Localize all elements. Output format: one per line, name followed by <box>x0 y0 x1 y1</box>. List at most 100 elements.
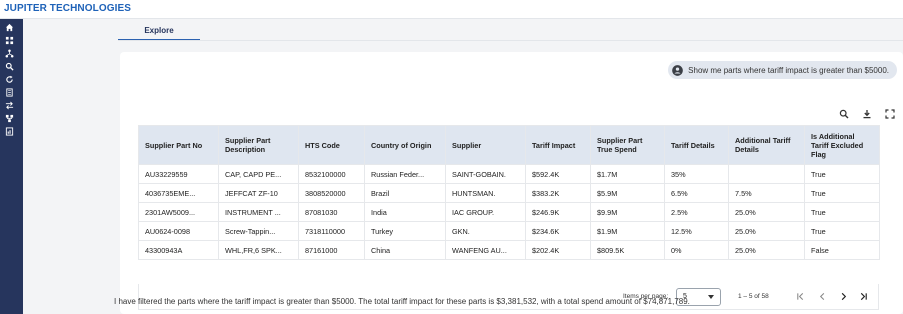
table-cell: 6.5% <box>664 183 729 203</box>
table-header-row: Supplier Part No Supplier Part Descripti… <box>138 125 880 165</box>
column-header[interactable]: Is Additional Tariff Excluded Flag <box>804 125 880 165</box>
next-page-button[interactable] <box>838 291 849 302</box>
table-cell: 25.0% <box>728 240 805 260</box>
table-cell: WANFENG AU... <box>445 240 526 260</box>
fullscreen-icon[interactable] <box>884 108 895 119</box>
page-range-label: 1 – 5 of 58 <box>738 293 769 300</box>
transfer-icon[interactable] <box>5 101 14 110</box>
tab-divider <box>118 40 903 41</box>
table-cell: 8532100000 <box>298 164 365 184</box>
table-cell: 25.0% <box>728 221 805 241</box>
table-cell: True <box>804 164 880 184</box>
column-header[interactable]: Supplier Part No <box>138 125 219 165</box>
download-icon[interactable] <box>861 108 872 119</box>
table-cell: $1.7M <box>590 164 665 184</box>
tab-bar: Explore <box>118 25 200 41</box>
table-cell: $5.9M <box>590 183 665 203</box>
hierarchy-icon[interactable] <box>5 114 14 123</box>
column-header[interactable]: Supplier <box>445 125 526 165</box>
table-toolbar <box>838 108 895 119</box>
table-cell: $234.6K <box>525 221 591 241</box>
grid-icon[interactable] <box>5 36 14 45</box>
query-text: Show me parts where tariff impact is gre… <box>688 65 889 75</box>
first-page-icon <box>797 292 804 301</box>
table-cell: SAINT-GOBAIN. <box>445 164 526 184</box>
table-cell: HUNTSMAN. <box>445 183 526 203</box>
column-header[interactable]: Tariff Impact <box>525 125 591 165</box>
building-icon[interactable] <box>5 88 14 97</box>
table-cell: 2.5% <box>664 202 729 222</box>
table-cell: AU0624-0098 <box>138 221 219 241</box>
table-cell: 3808520000 <box>298 183 365 203</box>
table-cell: $383.2K <box>525 183 591 203</box>
search-icon[interactable] <box>838 108 849 119</box>
table-cell: True <box>804 183 880 203</box>
table-cell: $202.4K <box>525 240 591 260</box>
refresh-icon[interactable] <box>5 75 14 84</box>
table-cell: Screw-Tappin... <box>218 221 299 241</box>
table-cell: 87081030 <box>298 202 365 222</box>
top-bar: JUPITER TECHNOLOGIES <box>0 0 903 19</box>
report-icon[interactable] <box>5 127 14 136</box>
table-row[interactable]: AU0624-0098 Screw-Tappin... 7318110000 T… <box>138 221 880 241</box>
first-page-button[interactable] <box>795 291 806 302</box>
last-page-icon <box>860 292 867 301</box>
table-cell: 43300943A <box>138 240 219 260</box>
table-cell: WHL,FR,6 SPK... <box>218 240 299 260</box>
table-cell: JEFFCAT ZF-10 <box>218 183 299 203</box>
table-cell: CAP, CAPD PE... <box>218 164 299 184</box>
search-icon[interactable] <box>5 62 14 71</box>
table-cell: 7.5% <box>728 183 805 203</box>
table-cell: True <box>804 221 880 241</box>
table-cell: 0% <box>664 240 729 260</box>
table-cell: 7318110000 <box>298 221 365 241</box>
column-header[interactable]: HTS Code <box>298 125 365 165</box>
tab-explore[interactable]: Explore <box>118 25 200 41</box>
table-cell: $809.5K <box>590 240 665 260</box>
table-cell: 4036735EME... <box>138 183 219 203</box>
table-cell: $1.9M <box>590 221 665 241</box>
column-header[interactable]: Tariff Details <box>664 125 729 165</box>
table-cell: 35% <box>664 164 729 184</box>
chevron-down-icon <box>708 295 714 299</box>
table-cell: 87161000 <box>298 240 365 260</box>
table-cell: $246.9K <box>525 202 591 222</box>
table-cell: India <box>364 202 446 222</box>
column-header[interactable]: Country of Origin <box>364 125 446 165</box>
prev-page-button[interactable] <box>817 291 828 302</box>
table-cell: IAC GROUP. <box>445 202 526 222</box>
table-cell: Turkey <box>364 221 446 241</box>
table-row[interactable]: AU33229559 CAP, CAPD PE... 8532100000 Ru… <box>138 164 880 184</box>
sidebar <box>0 19 23 314</box>
home-icon[interactable] <box>5 23 14 32</box>
response-summary-text: I have filtered the parts where the tari… <box>114 297 690 306</box>
table-cell: 12.5% <box>664 221 729 241</box>
chevron-right-icon <box>841 292 847 301</box>
table-row[interactable]: 2301AW5009... INSTRUMENT ... 87081030 In… <box>138 202 880 222</box>
main-area: Explore Show me parts where tariff impac… <box>23 19 903 314</box>
table-cell: AU33229559 <box>138 164 219 184</box>
table-row[interactable]: 4036735EME... JEFFCAT ZF-10 3808520000 B… <box>138 183 880 203</box>
network-icon[interactable] <box>5 49 14 58</box>
table-row[interactable]: 43300943A WHL,FR,6 SPK... 87161000 China… <box>138 240 880 260</box>
table-cell: Brazil <box>364 183 446 203</box>
user-query-bubble: Show me parts where tariff impact is gre… <box>668 61 897 79</box>
table-cell: GKN. <box>445 221 526 241</box>
table-cell: INSTRUMENT ... <box>218 202 299 222</box>
table-cell: China <box>364 240 446 260</box>
table-cell: False <box>804 240 880 260</box>
table-cell: $9.9M <box>590 202 665 222</box>
chevron-left-icon <box>819 292 825 301</box>
user-avatar-icon <box>672 64 683 76</box>
column-header[interactable]: Supplier Part Description <box>218 125 299 165</box>
table-cell: 2301AW5009... <box>138 202 219 222</box>
table-cell <box>728 164 805 184</box>
table-cell: Russian Feder... <box>364 164 446 184</box>
results-panel: Show me parts where tariff impact is gre… <box>120 52 903 314</box>
app-title: JUPITER TECHNOLOGIES <box>4 3 132 14</box>
last-page-button[interactable] <box>858 291 869 302</box>
column-header[interactable]: Additional Tariff Details <box>728 125 805 165</box>
results-table: Supplier Part No Supplier Part Descripti… <box>138 125 880 260</box>
column-header[interactable]: Supplier Part True Spend <box>590 125 665 165</box>
table-cell: True <box>804 202 880 222</box>
